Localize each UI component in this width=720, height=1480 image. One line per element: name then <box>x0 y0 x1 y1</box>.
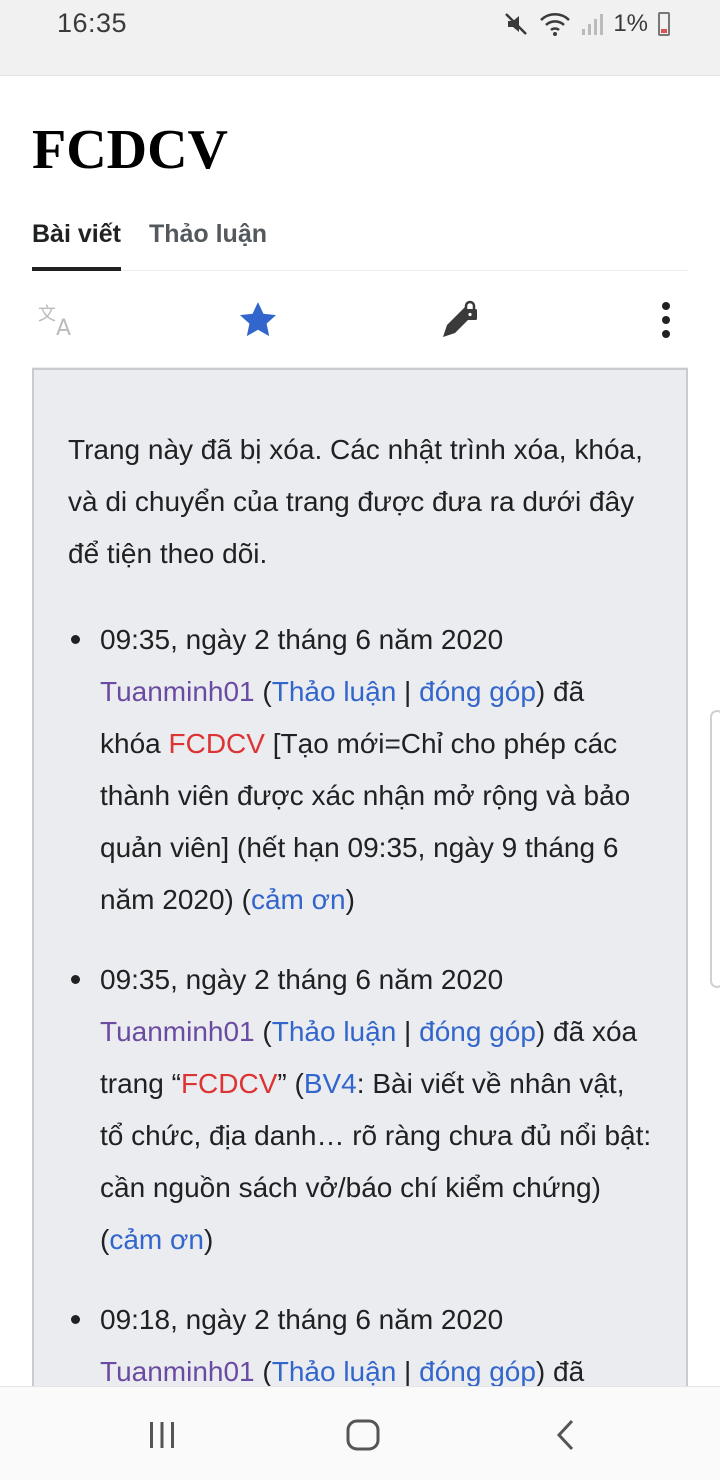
deleted-page-notice: Trang này đã bị xóa. Các nhật trình xóa,… <box>32 368 688 1428</box>
status-time: 16:35 <box>57 8 128 38</box>
contribs-link[interactable]: đóng góp <box>419 1016 536 1047</box>
home-icon <box>346 1419 380 1451</box>
watch-button[interactable] <box>236 298 280 342</box>
signal-icon <box>582 14 604 35</box>
text: ( <box>254 676 272 707</box>
svg-text:A: A <box>56 316 71 338</box>
text: ” ( <box>277 1068 304 1099</box>
battery-percent: 1% <box>613 10 648 37</box>
svg-text:文: 文 <box>38 304 56 325</box>
user-link[interactable]: Tuanminh01 <box>100 1016 255 1047</box>
text: ) <box>345 884 355 915</box>
log-list: 09:35, ngày 2 tháng 6 năm 2020 Tuanminh0… <box>68 614 652 1398</box>
scroll-indicator[interactable] <box>710 710 720 988</box>
target-redlink[interactable]: FCDCV <box>181 1068 277 1099</box>
log-action: ) đã <box>535 1356 585 1387</box>
system-nav-bar <box>0 1386 720 1480</box>
page-title: FCDCV <box>32 119 228 181</box>
talk-link[interactable]: Thảo luận <box>272 1016 397 1047</box>
page-tabs: Bài viết Thảo luận <box>32 216 688 271</box>
talk-link[interactable]: Thảo luận <box>272 1356 397 1387</box>
text: | <box>396 1356 420 1387</box>
user-link[interactable]: Tuanminh01 <box>100 1356 255 1387</box>
text: ( <box>254 1016 272 1047</box>
target-redlink[interactable]: FCDCV <box>169 728 265 759</box>
status-bar: 16:35 1% <box>0 0 720 76</box>
log-entry: 09:35, ngày 2 tháng 6 năm 2020 Tuanminh0… <box>68 614 652 926</box>
text: | <box>396 676 420 707</box>
mute-icon <box>505 13 528 35</box>
back-button[interactable] <box>545 1415 585 1455</box>
edit-lock-icon <box>443 300 477 337</box>
notice-intro: Trang này đã bị xóa. Các nhật trình xóa,… <box>68 434 643 569</box>
text: ( <box>254 1356 272 1387</box>
page-actions: 文 A <box>32 272 688 368</box>
text: ) <box>203 1224 214 1255</box>
tab-article[interactable]: Bài viết <box>32 216 121 271</box>
home-button[interactable] <box>343 1415 383 1455</box>
edit-button[interactable] <box>438 298 482 342</box>
wifi-icon <box>540 13 571 36</box>
reason-link[interactable]: BV4 <box>304 1068 357 1099</box>
more-icon <box>662 302 670 338</box>
user-link[interactable]: Tuanminh01 <box>100 676 255 707</box>
log-timestamp: 09:35, ngày 2 tháng 6 năm 2020 <box>100 624 504 655</box>
recent-apps-button[interactable] <box>142 1415 182 1455</box>
status-icons: 1% <box>503 10 670 38</box>
log-entry: 09:35, ngày 2 tháng 6 năm 2020 Tuanminh0… <box>68 954 652 1266</box>
log-entry: 09:18, ngày 2 tháng 6 năm 2020 Tuanminh0… <box>68 1294 652 1398</box>
log-timestamp: 09:35, ngày 2 tháng 6 năm 2020 <box>100 964 504 995</box>
star-icon <box>239 302 277 337</box>
translate-icon: 文 A <box>38 304 71 338</box>
back-icon <box>556 1419 574 1451</box>
recent-apps-icon <box>150 1422 174 1448</box>
battery-icon <box>658 12 670 36</box>
text: | <box>396 1016 420 1047</box>
language-button[interactable]: 文 A <box>37 298 81 342</box>
thanks-link[interactable]: cảm ơn <box>109 1224 204 1255</box>
log-timestamp: 09:18, ngày 2 tháng 6 năm 2020 <box>100 1304 504 1335</box>
tab-talk[interactable]: Thảo luận <box>149 216 267 271</box>
talk-link[interactable]: Thảo luận <box>272 676 397 707</box>
contribs-link[interactable]: đóng góp <box>419 1356 536 1387</box>
more-button[interactable] <box>644 298 688 342</box>
contribs-link[interactable]: đóng góp <box>419 676 536 707</box>
thanks-link[interactable]: cảm ơn <box>251 884 346 915</box>
